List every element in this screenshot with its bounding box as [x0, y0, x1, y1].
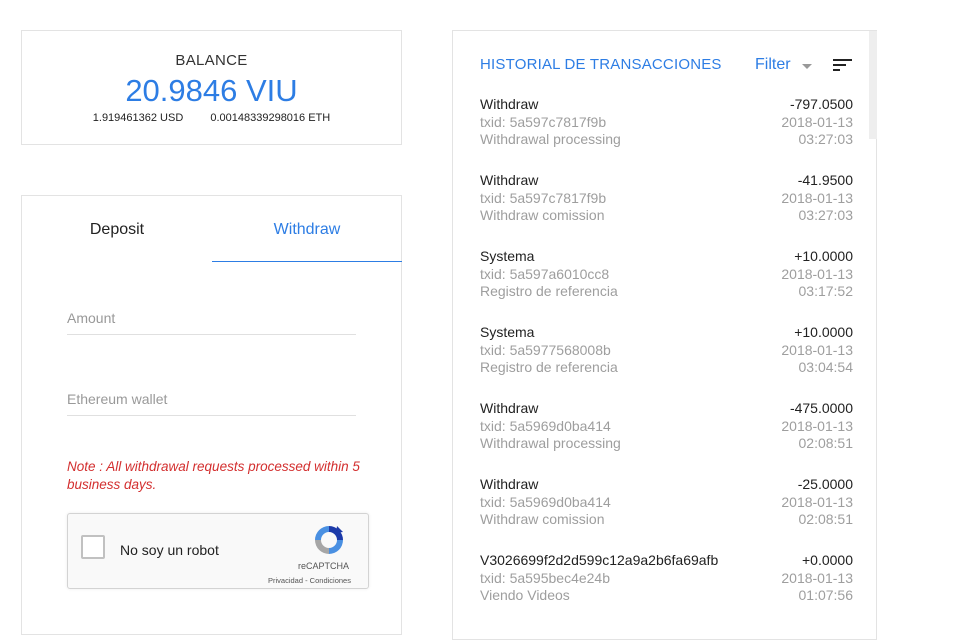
transaction-description: Withdrawal processing: [480, 435, 621, 451]
transaction-description: Withdrawal processing: [480, 131, 621, 147]
transaction-date: 2018-01-13: [781, 342, 853, 358]
transaction-amount: -41.9500: [797, 172, 853, 188]
recaptcha-widget: No soy un robot reCAPTCHA Privacidad - C…: [67, 513, 369, 589]
transaction-date: 2018-01-13: [781, 266, 853, 282]
recaptcha-label: No soy un robot: [120, 542, 219, 558]
wallet-field: [67, 391, 356, 416]
transaction-time: 03:27:03: [798, 131, 854, 147]
recaptcha-icon: [315, 526, 343, 554]
transaction-description: Viendo Videos: [480, 587, 570, 603]
scrollbar[interactable]: [869, 31, 877, 139]
balance-usd: 1.919461362 USD: [92, 112, 184, 124]
transaction-description: Registro de referencia: [480, 359, 618, 375]
balance-conversions: 1.919461362 USD 0.00148339298016 ETH: [22, 112, 401, 124]
transaction-id: txid: 5a595bec4e24b: [480, 570, 610, 586]
amount-input[interactable]: [67, 310, 356, 326]
transfer-card: Deposit Withdraw Note : All withdrawal r…: [21, 195, 402, 635]
transaction-id: txid: 5a5969d0ba414: [480, 494, 611, 510]
transaction-amount: +10.0000: [794, 324, 853, 340]
transaction-amount: -25.0000: [797, 476, 853, 492]
sort-icon[interactable]: [833, 57, 853, 73]
transaction-date: 2018-01-13: [781, 190, 853, 206]
transaction-time: 03:04:54: [798, 359, 854, 375]
tab-deposit[interactable]: Deposit: [22, 196, 212, 261]
recaptcha-checkbox[interactable]: [81, 535, 105, 559]
balance-label: BALANCE: [175, 52, 248, 69]
transaction-id: txid: 5a597c7817f9b: [480, 190, 607, 206]
recaptcha-brand: reCAPTCHA: [298, 561, 350, 571]
transaction-date: 2018-01-13: [781, 570, 853, 586]
transaction-row: Systema +10.0000 txid: 5a5977568008b 201…: [480, 324, 853, 380]
balance-card: BALANCE 20.9846 VIU 1.919461362 USD 0.00…: [21, 30, 402, 145]
transaction-date: 2018-01-13: [781, 114, 853, 130]
transaction-type: V3026699f2d2d599c12a9a2b6fa69afb: [480, 552, 719, 568]
transaction-description: Registro de referencia: [480, 283, 618, 299]
ethereum-wallet-input[interactable]: [67, 391, 356, 407]
transaction-time: 03:27:03: [798, 207, 854, 223]
transaction-amount: -797.0500: [789, 96, 853, 112]
transaction-row: Systema +10.0000 txid: 5a597a6010cc8 201…: [480, 248, 853, 304]
transaction-time: 02:08:51: [798, 511, 854, 527]
transaction-type: Systema: [480, 324, 535, 340]
transaction-description: Withdraw comission: [480, 511, 605, 527]
transaction-amount: -475.0000: [789, 400, 853, 416]
transaction-row: Withdraw -797.0500 txid: 5a597c7817f9b 2…: [480, 96, 853, 152]
transaction-time: 01:07:56: [798, 587, 854, 603]
filter-dropdown[interactable]: Filter: [755, 56, 791, 74]
balance-value: 20.9846 VIU: [125, 73, 298, 108]
tab-withdraw[interactable]: Withdraw: [212, 196, 402, 262]
transaction-amount: +10.0000: [794, 248, 853, 264]
transaction-id: txid: 5a5977568008b: [480, 342, 611, 358]
transaction-row: Withdraw -41.9500 txid: 5a597c7817f9b 20…: [480, 172, 853, 228]
caret-down-icon[interactable]: [802, 64, 812, 69]
withdrawal-note: Note : All withdrawal requests processed…: [67, 459, 360, 492]
transaction-amount: +0.0000: [802, 552, 853, 568]
balance-eth: 0.00148339298016 ETH: [210, 112, 331, 124]
amount-field: [67, 310, 356, 335]
transaction-time: 02:08:51: [798, 435, 854, 451]
transaction-type: Withdraw: [480, 476, 539, 492]
transaction-row: Withdraw -25.0000 txid: 5a5969d0ba414 20…: [480, 476, 853, 532]
transaction-type: Withdraw: [480, 172, 539, 188]
transaction-type: Withdraw: [480, 96, 539, 112]
transaction-description: Withdraw comission: [480, 207, 605, 223]
transaction-history-card: HISTORIAL DE TRANSACCIONES Filter Withdr…: [452, 30, 877, 640]
transaction-date: 2018-01-13: [781, 494, 853, 510]
transaction-id: txid: 5a5969d0ba414: [480, 418, 611, 434]
history-title: HISTORIAL DE TRANSACCIONES: [480, 56, 722, 73]
transaction-row: Withdraw -475.0000 txid: 5a5969d0ba414 2…: [480, 400, 853, 456]
transaction-type: Withdraw: [480, 400, 539, 416]
transaction-row: V3026699f2d2d599c12a9a2b6fa69afb +0.0000…: [480, 552, 853, 608]
recaptcha-links[interactable]: Privacidad - Condiciones: [268, 576, 351, 585]
transaction-id: txid: 5a597a6010cc8: [480, 266, 610, 282]
transaction-type: Systema: [480, 248, 535, 264]
transaction-id: txid: 5a597c7817f9b: [480, 114, 607, 130]
transaction-time: 03:17:52: [798, 283, 854, 299]
transaction-date: 2018-01-13: [781, 418, 853, 434]
